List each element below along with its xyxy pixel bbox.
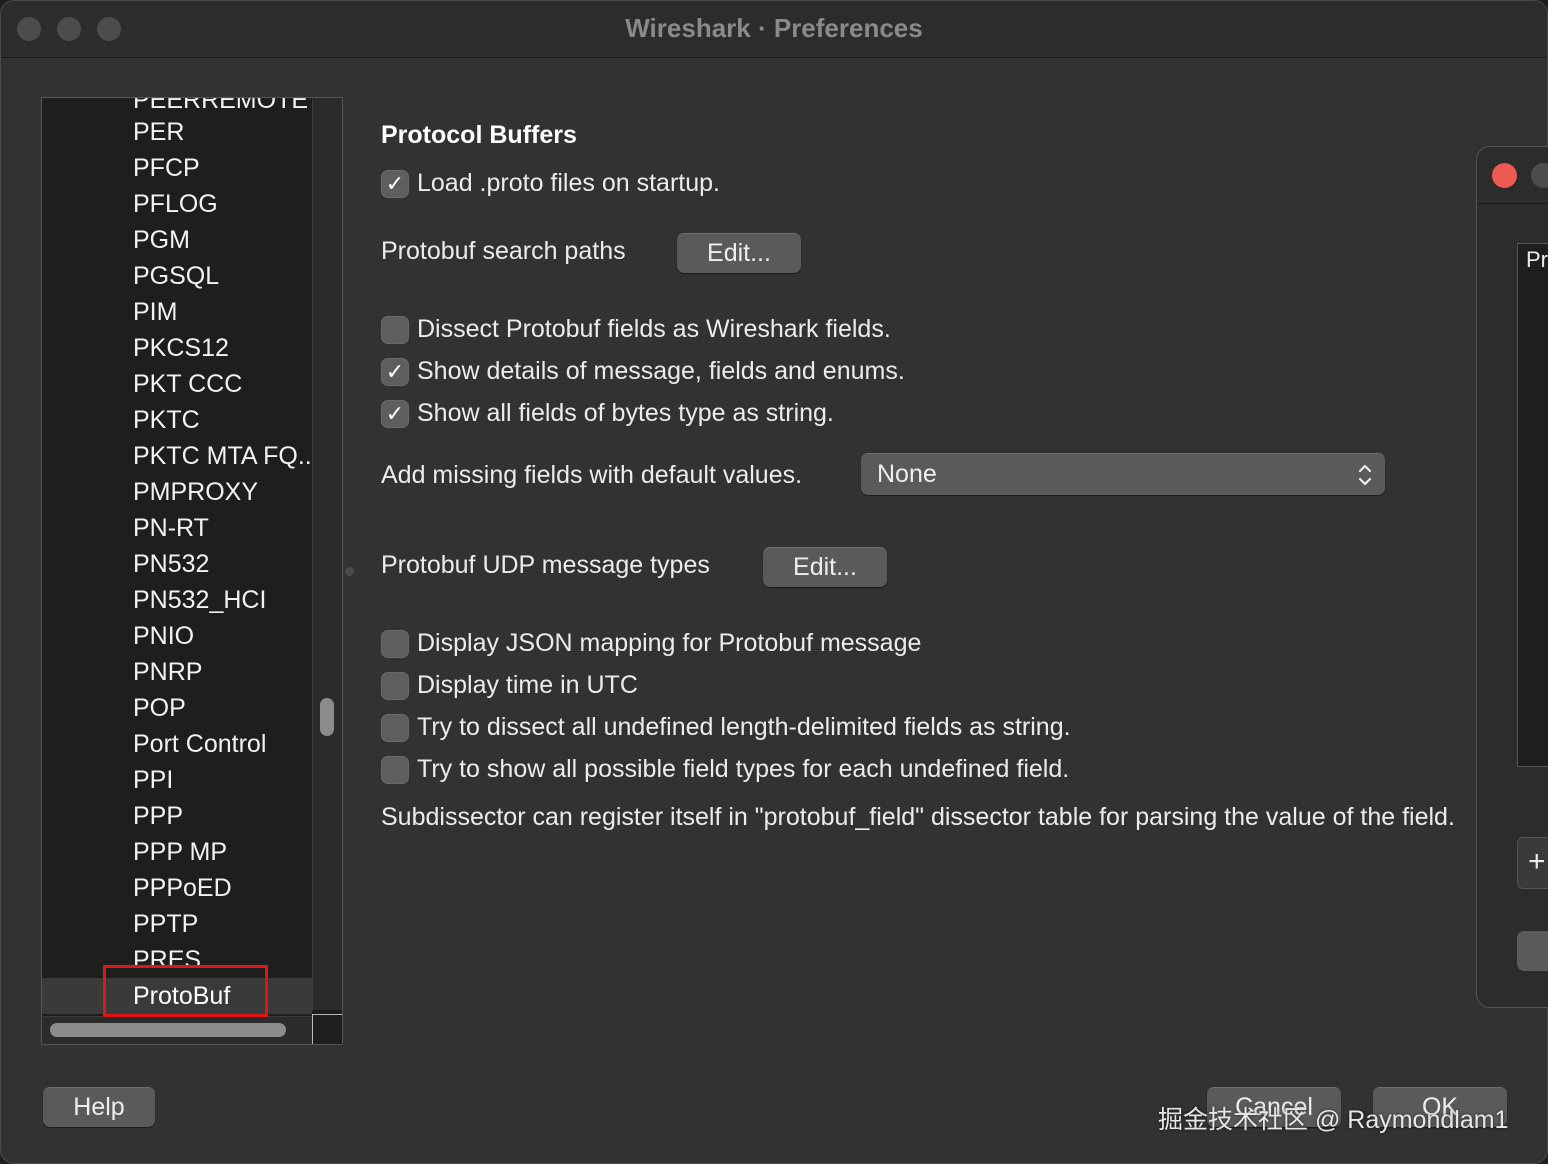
all-types-option[interactable]: Try to show all possible field types for… (381, 755, 1069, 784)
dialog-titlebar-separator (1477, 203, 1548, 204)
tree-item[interactable]: PNIO (133, 618, 194, 654)
load-proto-option[interactable]: ✓ Load .proto files on startup. (381, 169, 720, 198)
show-details-option[interactable]: ✓ Show details of message, fields and en… (381, 357, 905, 386)
tree-item[interactable]: PIM (133, 294, 177, 330)
tree-item[interactable]: PKT CCC (133, 366, 242, 402)
udp-types-label: Protobuf UDP message types (381, 551, 710, 579)
tree-item[interactable]: PGM (133, 222, 190, 258)
secondary-dialog: Pr + (1476, 146, 1548, 1008)
dialog-button[interactable] (1517, 931, 1548, 971)
time-utc-label: Display time in UTC (417, 671, 638, 699)
tree-horizontal-scroll-thumb[interactable] (50, 1023, 286, 1037)
all-types-label: Try to show all possible field types for… (417, 755, 1070, 783)
checkmark-icon: ✓ (385, 400, 405, 426)
undefined-string-option[interactable]: Try to dissect all undefined length-deli… (381, 713, 1071, 742)
tree-vertical-scrollbar[interactable] (312, 98, 342, 1010)
scroll-corner (312, 1014, 342, 1044)
udp-types-row: Protobuf UDP message types (381, 551, 710, 580)
bytes-as-string-checkbox[interactable]: ✓ (381, 399, 409, 428)
missing-fields-row: Add missing fields with default values. (381, 461, 802, 490)
load-proto-checkbox[interactable]: ✓ (381, 169, 409, 198)
show-details-checkbox[interactable]: ✓ (381, 357, 409, 386)
dialog-list-header: Pr (1526, 247, 1548, 272)
json-mapping-label: Display JSON mapping for Protobuf messag… (417, 629, 922, 657)
tree-item[interactable]: PPP MP (133, 834, 227, 870)
search-paths-row: Protobuf search paths (381, 237, 626, 266)
highlight-annotation-box (103, 965, 268, 1017)
json-mapping-checkbox[interactable] (381, 629, 409, 658)
tree-item[interactable]: PN-RT (133, 510, 209, 546)
dissect-fields-option[interactable]: Dissect Protobuf fields as Wireshark fie… (381, 315, 891, 344)
time-utc-checkbox[interactable] (381, 671, 409, 700)
section-title: Protocol Buffers (381, 121, 577, 149)
show-details-label: Show details of message, fields and enum… (417, 357, 905, 385)
tree-item[interactable]: PPPoED (133, 870, 232, 906)
tree-item[interactable]: PPP (133, 798, 183, 834)
tree-item[interactable]: PGSQL (133, 258, 219, 294)
udp-types-edit-button[interactable]: Edit... (763, 547, 887, 587)
tree-item[interactable]: PKCS12 (133, 330, 229, 366)
tree-item[interactable]: PN532_HCI (133, 582, 266, 618)
tree-item[interactable]: PNRP (133, 654, 202, 690)
tree-item[interactable]: PPI (133, 762, 173, 798)
tree-item[interactable]: PKTC MTA FQ.. (133, 438, 312, 474)
search-paths-edit-button[interactable]: Edit... (677, 233, 801, 273)
all-types-checkbox[interactable] (381, 755, 409, 784)
title-bar: Wireshark · Preferences (1, 1, 1547, 58)
watermark: 掘金技术社区 @ Raymondlam1 (1158, 1106, 1509, 1134)
tree-item[interactable]: PN532 (133, 546, 209, 582)
splitter-handle[interactable] (345, 567, 354, 576)
bytes-as-string-label: Show all fields of bytes type as string. (417, 399, 834, 427)
close-dialog-button[interactable] (1492, 163, 1517, 188)
dissect-fields-label: Dissect Protobuf fields as Wireshark fie… (417, 315, 891, 343)
missing-fields-value: None (877, 460, 937, 488)
undefined-string-label: Try to dissect all undefined length-deli… (417, 713, 1071, 741)
dissect-fields-checkbox[interactable] (381, 315, 409, 344)
help-button[interactable]: Help (43, 1087, 155, 1127)
search-paths-label: Protobuf search paths (381, 237, 626, 265)
tree-item[interactable]: Port Control (133, 726, 266, 762)
checkmark-icon: ✓ (385, 358, 405, 384)
bytes-as-string-option[interactable]: ✓ Show all fields of bytes type as strin… (381, 399, 834, 428)
dialog-list-panel[interactable] (1517, 243, 1548, 767)
missing-fields-label: Add missing fields with default values. (381, 461, 803, 489)
tree-item[interactable]: PKTC (133, 402, 200, 438)
plus-icon: + (1528, 845, 1546, 878)
missing-fields-select[interactable]: None (861, 453, 1385, 495)
json-mapping-option[interactable]: Display JSON mapping for Protobuf messag… (381, 629, 921, 658)
protocol-tree[interactable]: PEERREMOTE PER PFCP PFLOG PGM PGSQL PIM PKCS12… (41, 97, 343, 1045)
tree-item[interactable]: PFLOG (133, 186, 218, 222)
subdissector-description: Subdissector can register itself in "pro… (381, 803, 1455, 831)
checkmark-icon: ✓ (385, 170, 405, 196)
undefined-string-checkbox[interactable] (381, 713, 409, 742)
chevron-up-down-icon (1358, 464, 1372, 486)
tree-item[interactable]: PER (133, 114, 184, 150)
add-entry-button[interactable]: + (1517, 837, 1548, 889)
window-title: Wireshark · Preferences (625, 13, 923, 43)
time-utc-option[interactable]: Display time in UTC (381, 671, 638, 700)
tree-item[interactable]: PPTP (133, 906, 198, 942)
minimize-dialog-button[interactable] (1531, 163, 1548, 188)
load-proto-label: Load .proto files on startup. (417, 169, 720, 197)
tree-item[interactable]: PMPROXY (133, 474, 258, 510)
tree-item[interactable]: POP (133, 690, 186, 726)
tree-item[interactable]: PFCP (133, 150, 200, 186)
preferences-window: Wireshark · Preferences PEERREMOTE PER PF… (0, 0, 1548, 1164)
tree-vertical-scroll-thumb[interactable] (320, 698, 334, 736)
